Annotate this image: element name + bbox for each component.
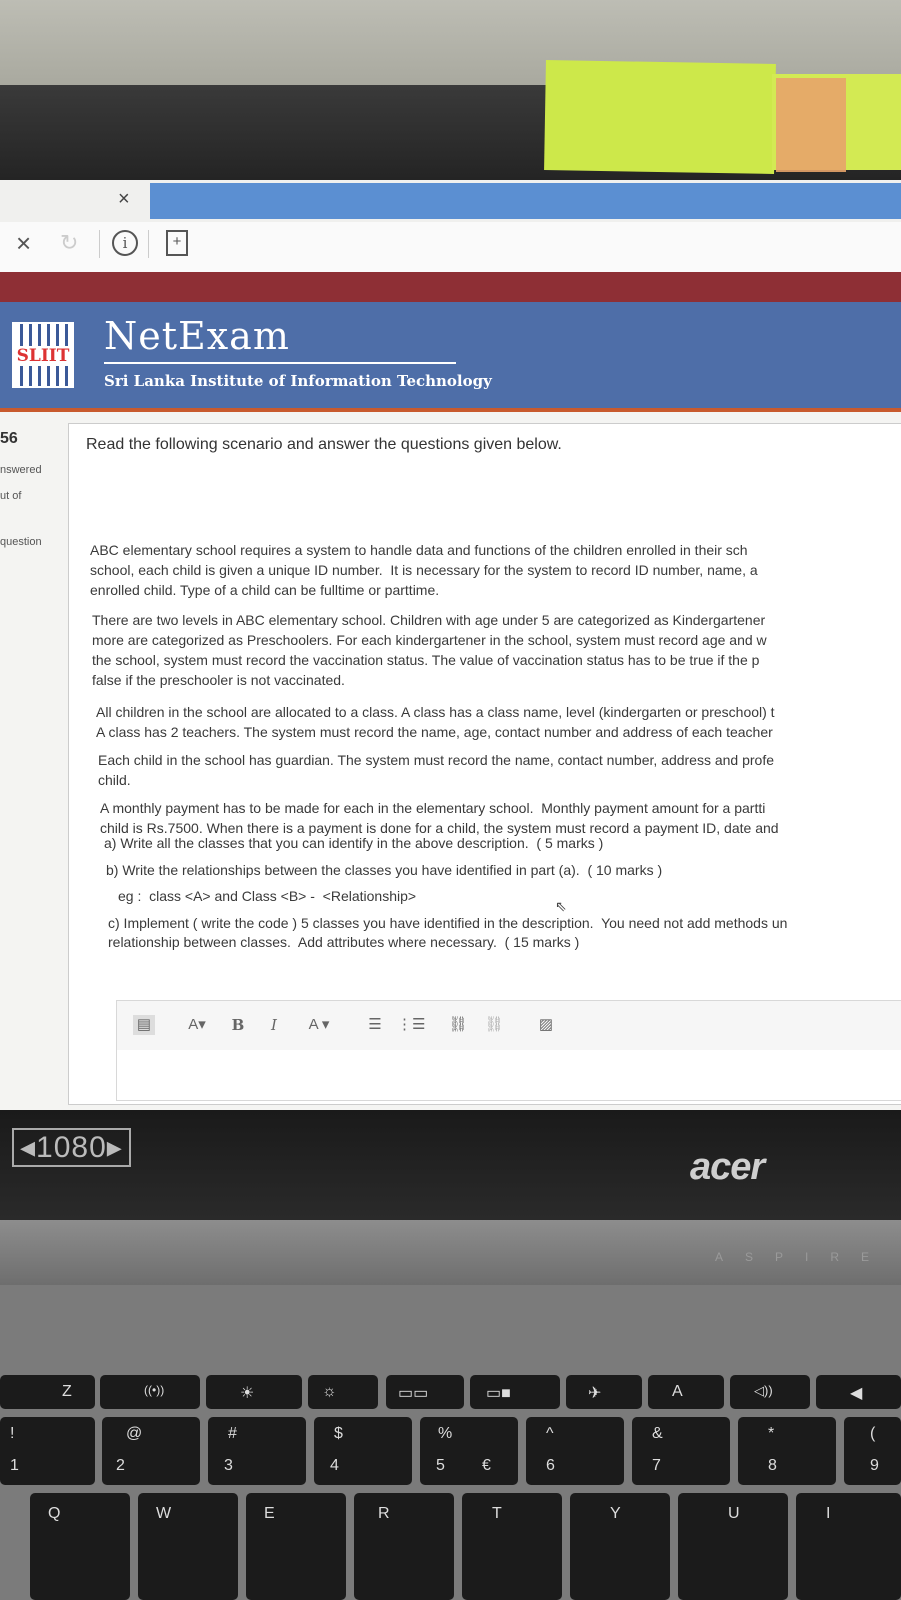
key-5[interactable]: % 5 € xyxy=(420,1417,518,1485)
tab-close-icon[interactable]: × xyxy=(118,188,130,211)
key-3[interactable]: #3 xyxy=(208,1417,306,1485)
top-stripe xyxy=(0,272,901,302)
question-a: a) Write all the classes that you can id… xyxy=(104,835,604,851)
bullet-list-button[interactable]: ☰ xyxy=(363,1015,387,1035)
browser-tab-bar: × xyxy=(0,180,901,222)
key-q[interactable]: Q xyxy=(30,1493,130,1600)
address-bar: × ↻ i + xyxy=(0,222,901,273)
key-i[interactable]: I xyxy=(796,1493,901,1600)
editor-toolbar: ▤ A▾ B I A ▾ ☰ ⋮☰ ⛓ ⛓ ▨ xyxy=(116,1000,901,1052)
key-u[interactable]: U xyxy=(678,1493,788,1600)
key-1[interactable]: ! 1 xyxy=(0,1417,95,1485)
numbered-list-button[interactable]: ⋮☰ xyxy=(397,1015,425,1035)
link-icon[interactable]: ⛓ xyxy=(447,1015,469,1035)
laptop-hinge: ASPIRE xyxy=(0,1220,901,1285)
key-r[interactable]: R xyxy=(354,1493,454,1600)
fn-key-f4[interactable]: ☼ xyxy=(308,1375,378,1409)
reload-icon[interactable]: ↻ xyxy=(60,230,78,256)
resolution-sticker: ◂1080▸ xyxy=(12,1128,131,1167)
bold-button[interactable]: B xyxy=(227,1015,249,1035)
key-t[interactable]: T xyxy=(462,1493,562,1600)
italic-button[interactable]: I xyxy=(263,1015,285,1035)
fn-key-f7[interactable]: ✈ xyxy=(566,1375,642,1409)
aspire-label: ASPIRE xyxy=(714,1250,891,1264)
marks-out-of: ut of xyxy=(0,490,22,502)
divider xyxy=(99,230,100,258)
site-title: NetExam xyxy=(104,314,290,358)
key-e[interactable]: E xyxy=(246,1493,346,1600)
fn-key-f1[interactable]: Z xyxy=(0,1375,95,1409)
divider xyxy=(148,230,149,258)
font-size-dropdown[interactable]: A▾ xyxy=(179,1015,215,1035)
key-6[interactable]: ^ 6 xyxy=(526,1417,624,1485)
font-color-dropdown[interactable]: A ▾ xyxy=(299,1015,339,1035)
new-page-icon[interactable]: + xyxy=(166,230,188,256)
key-9[interactable]: (9 xyxy=(844,1417,901,1485)
unlink-icon[interactable]: ⛓ xyxy=(483,1015,505,1035)
site-header: SLIIT NetExam Sri Lanka Institute of Inf… xyxy=(0,302,901,412)
acer-logo: acer xyxy=(690,1146,765,1188)
question-b: b) Write the relationships between the c… xyxy=(106,862,663,878)
logo-text: SLIIT xyxy=(14,346,72,366)
stop-icon[interactable]: × xyxy=(16,228,31,259)
tape xyxy=(776,78,846,172)
question-c-line2: relationship between classes. Add attrib… xyxy=(108,934,580,950)
fn-key-f10[interactable]: ◀ xyxy=(816,1375,901,1409)
title-underline xyxy=(104,362,456,364)
flag-question[interactable]: question xyxy=(0,536,42,548)
key-8[interactable]: * 8 xyxy=(738,1417,836,1485)
screen: × × ↻ i + SLIIT NetExam Sri Lanka Instit… xyxy=(0,180,901,1130)
fn-key-f5[interactable]: ▭▭ xyxy=(386,1375,464,1409)
key-4[interactable]: $4 xyxy=(314,1417,412,1485)
fn-key-f8[interactable]: A xyxy=(648,1375,724,1409)
question-c-line1: c) Implement ( write the code ) 5 classe… xyxy=(108,915,788,931)
key-2[interactable]: @2 xyxy=(102,1417,200,1485)
site-subtitle: Sri Lanka Institute of Information Techn… xyxy=(104,372,492,390)
keyboard-deck: Z ((•)) ☀ ☼ ▭▭ ▭■ ✈ A ◁)) ◀ ! 1 @2 #3 $4 … xyxy=(0,1285,901,1600)
question-intro: Read the following scenario and answer t… xyxy=(86,436,562,453)
key-w[interactable]: W xyxy=(138,1493,238,1600)
sliit-logo: SLIIT xyxy=(12,322,74,388)
insert-image-icon[interactable]: ▨ xyxy=(535,1015,557,1035)
info-icon[interactable]: i xyxy=(112,230,138,256)
fn-key-f2[interactable]: ((•)) xyxy=(100,1375,200,1409)
sticky-note xyxy=(544,60,776,174)
browser-tab[interactable] xyxy=(150,183,901,219)
fn-key-f9[interactable]: ◁)) xyxy=(730,1375,810,1409)
key-7[interactable]: & 7 xyxy=(632,1417,730,1485)
format-icon[interactable]: ▤ xyxy=(133,1015,155,1035)
fn-key-f3[interactable]: ☀ xyxy=(206,1375,302,1409)
question-b-example: eg : class <A> and Class <B> - <Relation… xyxy=(118,888,417,904)
fn-key-f6[interactable]: ▭■ xyxy=(470,1375,560,1409)
status-answered: nswered xyxy=(0,464,42,476)
laptop-bezel-bottom: ◂1080▸ acer xyxy=(0,1110,901,1220)
answer-editor[interactable] xyxy=(116,1050,901,1101)
question-number: 56 xyxy=(0,430,18,447)
key-y[interactable]: Y xyxy=(570,1493,670,1600)
